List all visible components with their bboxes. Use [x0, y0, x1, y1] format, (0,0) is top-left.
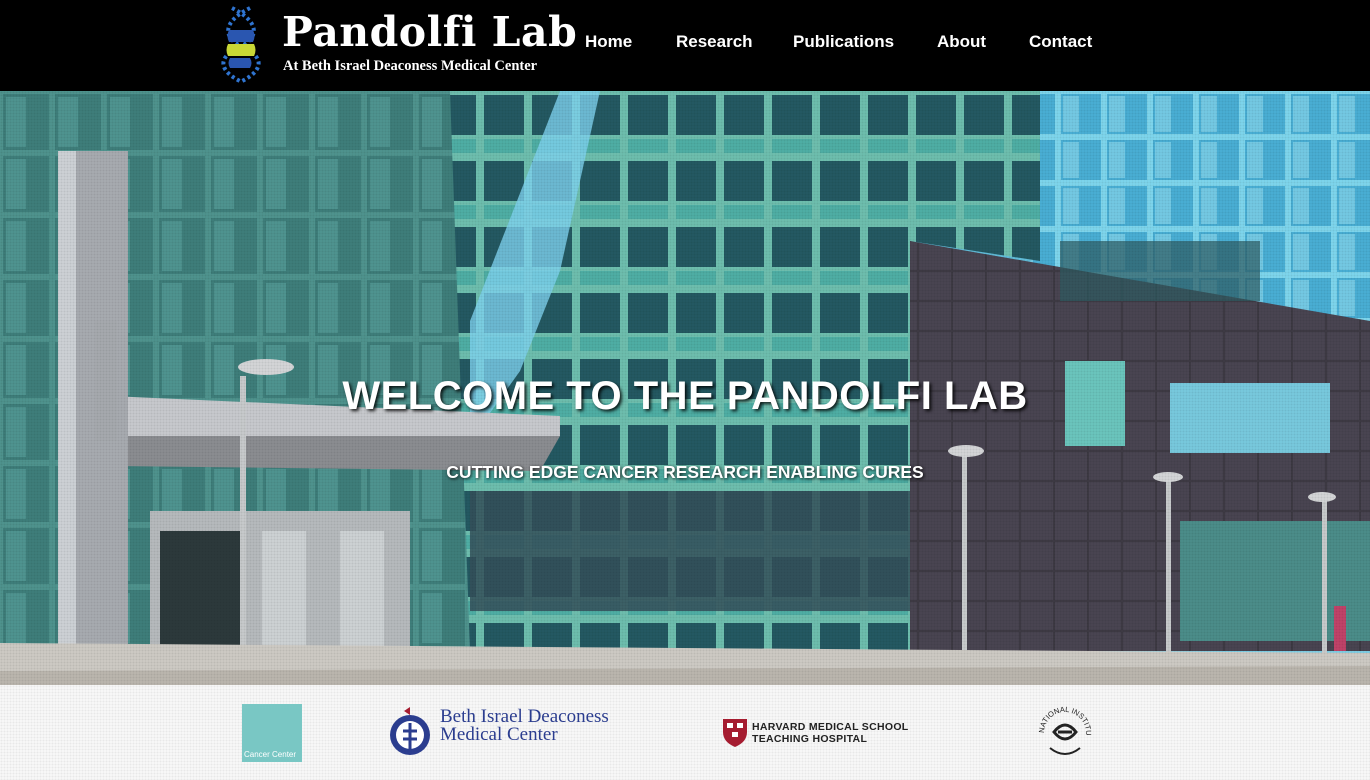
- nav-publications[interactable]: Publications: [793, 30, 894, 54]
- bidmc-logo[interactable]: Beth Israel Deaconess Medical Center: [388, 705, 609, 761]
- cancer-center-logo[interactable]: Cancer Center: [242, 704, 302, 762]
- bidmc-name: Beth Israel Deaconess Medical Center: [440, 707, 609, 745]
- nih-logo[interactable]: NATIONAL INSTITUTES OF HEALTH: [1031, 695, 1096, 764]
- hero-title: WELCOME TO THE PANDOLFI LAB: [342, 374, 1028, 418]
- logo-subtitle: At Beth Israel Deaconess Medical Center: [283, 58, 538, 74]
- nav-contact[interactable]: Contact: [1029, 30, 1092, 54]
- harvard-shield-icon: [723, 719, 747, 747]
- dna-helix-icon: [221, 6, 261, 84]
- nav-research[interactable]: Research: [676, 30, 753, 54]
- bidmc-seal-icon: [390, 707, 430, 755]
- hero-banner: WELCOME TO THE PANDOLFI LAB CUTTING EDGE…: [0, 91, 1370, 685]
- cancer-center-label: Cancer Center: [244, 750, 297, 759]
- hero-subtitle: CUTTING EDGE CANCER RESEARCH ENABLING CU…: [446, 462, 924, 482]
- nih-seal-icon: NATIONAL INSTITUTES OF HEALTH: [1031, 695, 1093, 755]
- harvard-line1: HARVARD MEDICAL SCHOOL: [752, 721, 909, 733]
- partner-logos: Cancer Center Beth Israel Deaconess Medi…: [0, 685, 1370, 780]
- site-header: Pandolfi Lab At Beth Israel Deaconess Me…: [0, 0, 1370, 91]
- pandolfi-lab-logo[interactable]: Pandolfi Lab At Beth Israel Deaconess Me…: [208, 4, 577, 84]
- nav-home[interactable]: Home: [585, 30, 632, 54]
- logo-title: Pandolfi Lab: [282, 8, 578, 56]
- harvard-text: HARVARD MEDICAL SCHOOL TEACHING HOSPITAL: [752, 721, 909, 745]
- bidmc-line2: Medical Center: [440, 724, 558, 745]
- nav-about[interactable]: About: [937, 30, 986, 54]
- harvard-line2: TEACHING HOSPITAL: [752, 733, 868, 745]
- harvard-medical-school-logo[interactable]: HARVARD MEDICAL SCHOOL TEACHING HOSPITAL: [720, 718, 908, 752]
